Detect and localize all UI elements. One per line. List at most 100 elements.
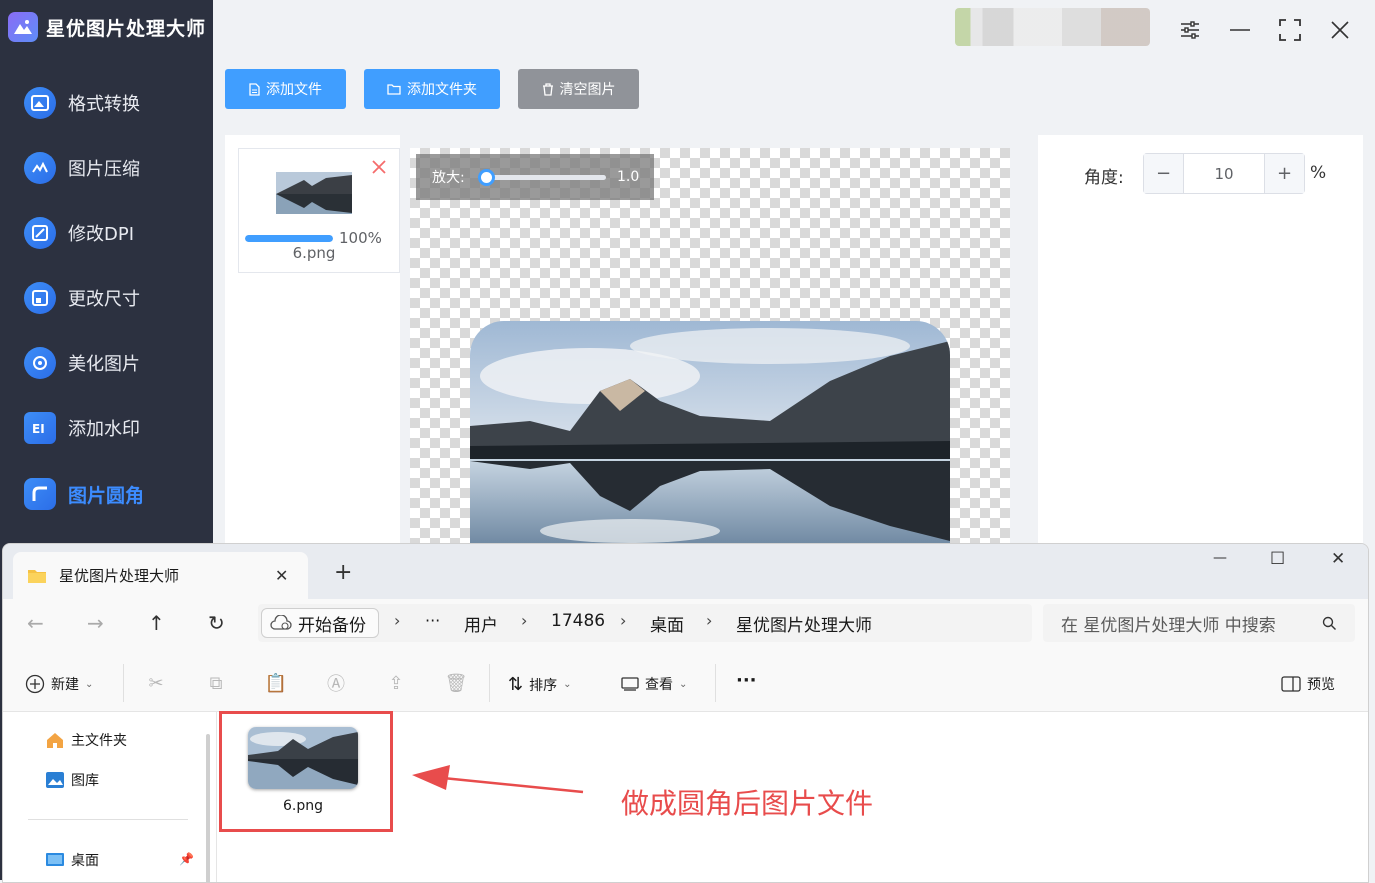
divider bbox=[715, 664, 716, 702]
explorer-tab-title: 星优图片处理大师 bbox=[59, 567, 180, 585]
angle-unit: % bbox=[1310, 163, 1327, 183]
file-explorer-window: 星优图片处理大师 ✕ + — ☐ ✕ ← → ↑ ↻ 开始备份 › ··· 用户… bbox=[2, 543, 1369, 883]
new-tab-icon[interactable]: + bbox=[334, 560, 352, 585]
breadcrumb-separator: › bbox=[521, 611, 528, 630]
nav-pane-scrollbar[interactable] bbox=[206, 734, 210, 882]
divider bbox=[28, 819, 188, 820]
nav-gallery[interactable]: 图库 bbox=[45, 770, 99, 790]
decrement-button[interactable]: − bbox=[1144, 154, 1184, 193]
desktop-icon bbox=[46, 853, 64, 866]
add-file-button[interactable]: 添加文件 bbox=[225, 69, 346, 109]
breadcrumb-item[interactable]: 星优图片处理大师 bbox=[736, 611, 872, 636]
file-icon bbox=[249, 82, 260, 96]
resize-icon bbox=[24, 282, 56, 314]
plus-circle-icon bbox=[25, 674, 45, 694]
more-options-button[interactable]: ··· bbox=[736, 670, 757, 691]
home-icon bbox=[47, 733, 63, 748]
angle-input[interactable]: 10 bbox=[1184, 154, 1264, 193]
explorer-maximize-icon[interactable]: ☐ bbox=[1270, 549, 1285, 569]
preview-label: 预览 bbox=[1307, 677, 1335, 693]
preview-pane-icon bbox=[1281, 676, 1301, 692]
pin-icon[interactable]: 📌 bbox=[179, 852, 194, 866]
nav-home[interactable]: 主文件夹 bbox=[45, 730, 127, 750]
trash-icon bbox=[542, 82, 553, 96]
new-label: 新建 bbox=[51, 677, 79, 693]
preview-image bbox=[470, 321, 950, 548]
increment-button[interactable]: + bbox=[1264, 154, 1304, 193]
nav-item-round-corner[interactable]: 图片圆角 bbox=[24, 474, 204, 514]
breadcrumb-separator: › bbox=[394, 611, 401, 630]
zoom-slider-handle[interactable] bbox=[478, 169, 495, 186]
highlight-box bbox=[219, 711, 393, 832]
breadcrumb-more[interactable]: ··· bbox=[425, 611, 440, 630]
settings-sliders-icon[interactable] bbox=[1177, 17, 1203, 43]
add-file-label: 添加文件 bbox=[266, 82, 322, 98]
new-button[interactable]: 新建 ⌄ bbox=[25, 674, 93, 694]
svg-text:EI: EI bbox=[32, 422, 45, 436]
close-icon[interactable] bbox=[1327, 17, 1353, 43]
explorer-tab[interactable]: 星优图片处理大师 ✕ bbox=[13, 552, 308, 599]
breadcrumb-item[interactable]: 桌面 bbox=[650, 611, 684, 636]
breadcrumb-item[interactable]: 用户 bbox=[464, 611, 498, 636]
sort-icon: ⇅ bbox=[508, 674, 524, 695]
add-folder-label: 添加文件夹 bbox=[407, 82, 477, 98]
explorer-command-bar: 新建 ⌄ ✂ ⧉ 📋 Ⓐ ⇪ 🗑 ⇅ 排序 ⌄ 查看 ⌄ ··· 预览 bbox=[3, 654, 1368, 712]
back-arrow-icon[interactable]: ← bbox=[27, 611, 44, 635]
nav-item-format[interactable]: 格式转换 bbox=[24, 83, 204, 123]
view-button[interactable]: 查看 ⌄ bbox=[621, 674, 687, 694]
zoom-label: 放大: bbox=[432, 170, 465, 186]
delete-icon[interactable]: 🗑 bbox=[445, 672, 468, 694]
up-arrow-icon[interactable]: ↑ bbox=[148, 611, 165, 635]
nav-item-watermark[interactable]: EI 添加水印 bbox=[24, 408, 204, 448]
zoom-slider-track[interactable] bbox=[478, 169, 606, 186]
remove-file-icon[interactable] bbox=[371, 159, 387, 179]
explorer-close-icon[interactable]: ✕ bbox=[1331, 549, 1345, 569]
nav-item-compress[interactable]: 图片压缩 bbox=[24, 148, 204, 188]
annotation-text: 做成圆角后图片文件 bbox=[621, 787, 874, 820]
copy-icon[interactable]: ⧉ bbox=[205, 672, 227, 694]
preview-pane-button[interactable]: 预览 bbox=[1281, 674, 1335, 694]
rename-icon[interactable]: Ⓐ bbox=[325, 672, 347, 695]
close-tab-icon[interactable]: ✕ bbox=[275, 566, 288, 585]
nav-item-resize[interactable]: 更改尺寸 bbox=[24, 278, 204, 318]
maximize-icon[interactable] bbox=[1277, 17, 1303, 43]
image-convert-icon bbox=[24, 87, 56, 119]
nav-item-label: 美化图片 bbox=[68, 354, 140, 375]
sort-button[interactable]: ⇅ 排序 ⌄ bbox=[508, 674, 571, 695]
beautify-icon bbox=[24, 347, 56, 379]
watermark-icon: EI bbox=[24, 412, 56, 444]
cut-icon[interactable]: ✂ bbox=[145, 672, 167, 694]
image-preview-canvas[interactable] bbox=[410, 148, 1010, 548]
clear-images-button[interactable]: 清空图片 bbox=[518, 69, 639, 109]
nav-item-dpi[interactable]: 修改DPI bbox=[24, 213, 204, 253]
user-avatar[interactable] bbox=[955, 8, 1150, 46]
search-box[interactable]: 在 星优图片处理大师 中搜索 bbox=[1043, 604, 1355, 642]
nav-item-label: 修改DPI bbox=[68, 224, 135, 245]
round-corner-icon bbox=[24, 478, 56, 510]
chevron-down-icon: ⌄ bbox=[563, 679, 572, 690]
divider bbox=[489, 664, 490, 702]
divider bbox=[123, 664, 124, 702]
paste-icon[interactable]: 📋 bbox=[265, 672, 287, 694]
backup-button[interactable]: 开始备份 bbox=[261, 608, 379, 638]
breadcrumb-item[interactable]: 17486 bbox=[551, 611, 605, 631]
nav-item-label: 图片压缩 bbox=[68, 159, 140, 180]
explorer-tab-bar: 星优图片处理大师 ✕ + — ☐ ✕ bbox=[3, 544, 1368, 599]
file-card[interactable]: 100% 6.png bbox=[238, 148, 400, 273]
minimize-icon[interactable] bbox=[1227, 17, 1253, 43]
explorer-content: 主文件夹 图库 桌面 📌 6.png 做成圆角后图片文件 bbox=[3, 711, 1368, 882]
explorer-minimize-icon[interactable]: — bbox=[1213, 550, 1227, 566]
add-folder-button[interactable]: 添加文件夹 bbox=[364, 69, 500, 109]
nav-desktop[interactable]: 桌面 bbox=[45, 850, 99, 870]
image-compress-icon bbox=[24, 152, 56, 184]
nav-item-label: 格式转换 bbox=[68, 94, 140, 115]
gallery-icon bbox=[46, 772, 64, 788]
annotation-arrow bbox=[412, 765, 584, 794]
breadcrumb-separator: › bbox=[620, 611, 627, 630]
forward-arrow-icon[interactable]: → bbox=[87, 611, 104, 635]
refresh-icon[interactable]: ↻ bbox=[208, 611, 225, 635]
share-icon[interactable]: ⇪ bbox=[385, 672, 407, 694]
address-field[interactable]: 开始备份 › ··· 用户 › 17486 › 桌面 › 星优图片处理大师 bbox=[258, 604, 1032, 642]
angle-stepper[interactable]: − 10 + bbox=[1143, 153, 1305, 194]
nav-item-beautify[interactable]: 美化图片 bbox=[24, 343, 204, 383]
